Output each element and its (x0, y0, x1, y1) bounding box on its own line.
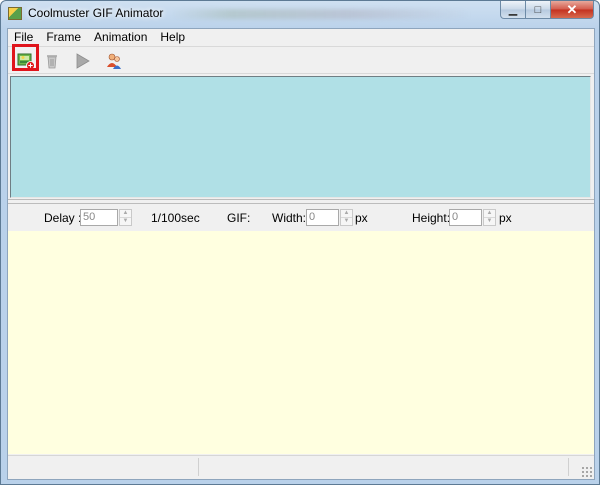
width-input[interactable]: 0 (306, 209, 339, 226)
menu-animation[interactable]: Animation (87, 29, 153, 46)
play-icon (76, 53, 90, 69)
close-icon: ✕ (566, 1, 578, 17)
users-button[interactable] (102, 49, 126, 73)
title-bar[interactable]: Coolmuster GIF Animator ▁ □ ✕ (1, 1, 599, 27)
width-value: 0 (309, 211, 316, 223)
spin-up-icon[interactable]: ▲ (484, 210, 495, 218)
delete-frame-button[interactable] (40, 49, 64, 73)
client-area: File Frame Animation Help Delay: 50 ▲ ▼… (7, 28, 595, 480)
app-icon[interactable] (8, 7, 22, 20)
preview-area[interactable] (8, 231, 594, 454)
panel-splitter[interactable] (8, 199, 594, 204)
delay-spinner[interactable]: ▲ ▼ (119, 209, 132, 226)
resize-grip-icon[interactable] (581, 466, 592, 477)
minimize-button[interactable]: ▁ (500, 1, 526, 19)
delay-value: 50 (83, 211, 96, 223)
delay-label: Delay : (44, 211, 82, 225)
delete-icon (47, 55, 57, 69)
spin-down-icon[interactable]: ▼ (341, 218, 352, 225)
height-label: Height: (412, 211, 451, 225)
add-images-button[interactable] (14, 49, 38, 73)
menu-frame[interactable]: Frame (39, 29, 87, 46)
users-icon (107, 53, 121, 69)
menu-help[interactable]: Help (153, 29, 191, 46)
width-unit: px (355, 211, 368, 225)
window-controls: ▁ □ ✕ (500, 1, 594, 20)
app-window: Coolmuster GIF Animator ▁ □ ✕ File Frame… (0, 0, 600, 485)
width-label: Width: (272, 211, 307, 225)
gif-label: GIF: (227, 211, 251, 225)
spin-down-icon[interactable]: ▼ (484, 218, 495, 225)
maximize-icon: □ (534, 3, 542, 16)
delay-input[interactable]: 50 (80, 209, 118, 226)
spin-up-icon[interactable]: ▲ (120, 210, 131, 218)
delay-unit: 1/100sec (151, 211, 200, 225)
menu-file[interactable]: File (8, 29, 39, 46)
status-bar (8, 455, 594, 479)
properties-bar: Delay : 50 ▲ ▼ 1/100sec GIF: Width: 0 ▲ … (8, 205, 594, 231)
height-value: 0 (452, 211, 459, 223)
play-button[interactable] (70, 49, 94, 73)
menu-bar: File Frame Animation Help (8, 29, 594, 46)
status-pane-divider (198, 458, 199, 476)
add-images-icon (17, 53, 35, 70)
title-blur-decoration (171, 9, 471, 19)
spin-down-icon[interactable]: ▼ (120, 218, 131, 225)
frames-panel[interactable] (10, 76, 591, 198)
maximize-button[interactable]: □ (526, 1, 551, 19)
height-unit: px (499, 211, 512, 225)
height-spinner[interactable]: ▲ ▼ (483, 209, 496, 226)
height-input[interactable]: 0 (449, 209, 482, 226)
close-button[interactable]: ✕ (551, 1, 594, 19)
toolbar (8, 46, 594, 74)
width-spinner[interactable]: ▲ ▼ (340, 209, 353, 226)
window-title: Coolmuster GIF Animator (28, 6, 164, 20)
minimize-icon: ▁ (508, 4, 518, 16)
spin-up-icon[interactable]: ▲ (341, 210, 352, 218)
status-pane-divider (568, 458, 569, 476)
